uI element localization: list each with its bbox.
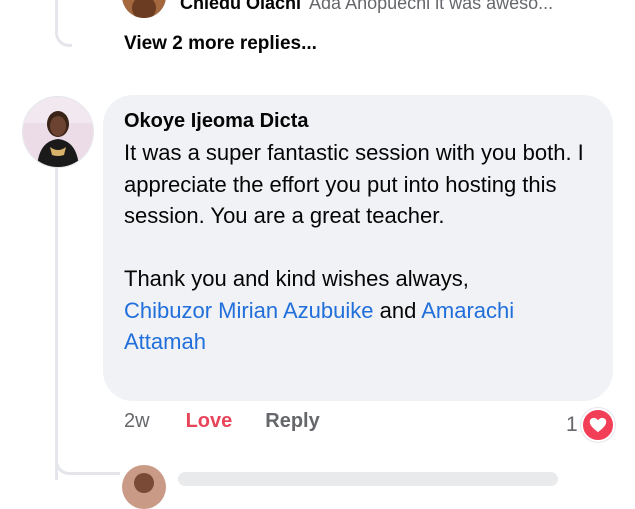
next-reply-avatar[interactable] — [122, 465, 166, 509]
previous-reply-snippet: Ada Anopuechi it was aweso... — [309, 0, 554, 13]
heart-icon — [580, 408, 615, 442]
previous-reply-avatar[interactable] — [122, 0, 166, 18]
mention-conjunction: and — [379, 297, 417, 323]
comment-bubble: Okoye Ijeoma Dicta It was a super fantas… — [103, 95, 613, 401]
mention-link-1[interactable]: Chibuzor Mirian Azubuike — [124, 298, 373, 323]
next-reply-name-blur — [178, 472, 558, 486]
previous-reply-name[interactable]: Chiedu Olachi — [180, 0, 301, 14]
comment-author[interactable]: Okoye Ijeoma Dicta — [124, 107, 593, 135]
thread-connector — [55, 0, 72, 47]
commenter-avatar[interactable] — [22, 96, 94, 168]
view-more-replies-link[interactable]: View 2 more replies... — [124, 33, 317, 55]
reply-button[interactable]: Reply — [265, 410, 319, 433]
comment-paragraph-2: Thank you and kind wishes always, — [124, 266, 469, 291]
love-reaction-button[interactable]: Love — [186, 410, 233, 433]
comment-body: It was a super fantastic session with yo… — [124, 137, 593, 358]
thread-connector-next — [55, 440, 120, 475]
previous-reply: Chiedu Olachi Ada Anopuechi it was aweso… — [170, 0, 553, 20]
reaction-count: 1 — [566, 413, 578, 436]
comment-actions: 2w Love Reply — [124, 410, 320, 433]
comment-timestamp[interactable]: 2w — [124, 410, 150, 433]
thread-line — [55, 168, 58, 480]
comment-paragraph-1: It was a super fantastic session with yo… — [124, 140, 584, 228]
reaction-summary[interactable]: 1 — [566, 408, 615, 442]
